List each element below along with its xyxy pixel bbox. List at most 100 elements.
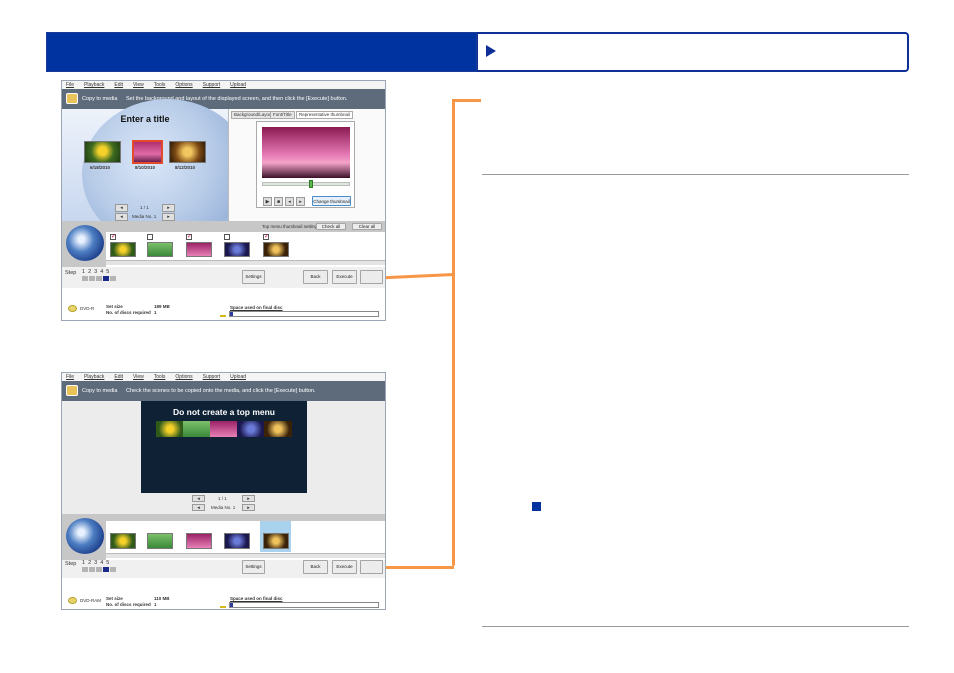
settings-button[interactable]: Settings (242, 270, 265, 284)
menu-item[interactable]: Edit (114, 82, 123, 88)
prev-page-button[interactable]: ◂ (192, 495, 205, 502)
disc-type: DVD-RAM (80, 598, 101, 603)
disc-icon (66, 225, 104, 261)
prev-media-button[interactable]: ◂ (192, 504, 205, 511)
step-indicator (96, 567, 102, 572)
menu-item[interactable]: Options (175, 374, 192, 380)
copy-to-media-window-1: File Playback Edit View Tools Options Support U… (61, 80, 386, 321)
menu-item[interactable]: Edit (114, 374, 123, 380)
menu-item[interactable]: Upload (230, 82, 246, 88)
scene-thumbnail[interactable] (186, 533, 212, 549)
step-indicator-current (103, 567, 109, 572)
scene-thumbnail[interactable] (224, 242, 250, 257)
space-used-label: Space used on final disc (230, 305, 283, 310)
menu-item[interactable]: File (66, 82, 74, 88)
copy-media-icon (66, 385, 78, 396)
frame-slider[interactable] (262, 182, 350, 186)
step-label: Step (65, 561, 77, 567)
scene-checkbox[interactable]: ✓ (186, 234, 192, 240)
scene-thumbnail[interactable] (132, 140, 163, 164)
scene-checkbox[interactable]: ✓ (263, 234, 269, 240)
back-button[interactable]: Back (303, 560, 328, 574)
scene-list: ✓ ✓ ✓ (106, 232, 385, 267)
scene-thumbnail[interactable] (110, 242, 136, 257)
menu-item[interactable]: Support (203, 374, 221, 380)
scene-thumbnail[interactable] (263, 242, 289, 257)
scene-thumbnail[interactable] (186, 242, 212, 257)
scene-checkbox[interactable]: ✓ (110, 234, 116, 240)
menu-item[interactable]: View (133, 374, 144, 380)
scene-thumbnail (264, 421, 292, 437)
space-used-fill (230, 312, 233, 316)
menu-item[interactable]: Playback (84, 82, 104, 88)
execute-button[interactable]: Execute (332, 560, 357, 574)
scene-thumbnail[interactable] (147, 533, 173, 549)
scene-scrollbar[interactable] (106, 260, 385, 265)
stop-button[interactable]: ■ (274, 197, 283, 206)
marker-square-icon (532, 502, 541, 511)
change-thumbnail-button[interactable]: Change thumbnail (312, 196, 351, 206)
next-media-button[interactable]: ▸ (162, 213, 175, 221)
menu-item[interactable]: File (66, 374, 74, 380)
space-used-bar (229, 602, 379, 608)
space-used-bar (229, 311, 379, 317)
divider-top (482, 174, 909, 175)
menu-item[interactable]: Support (203, 82, 221, 88)
clear-all-button[interactable]: Clear all (352, 223, 382, 230)
step-numbers: 12345 (82, 269, 112, 275)
back-button[interactable]: Back (303, 270, 328, 284)
menu-item[interactable]: Tools (154, 82, 166, 88)
close-button[interactable] (360, 560, 383, 574)
slider-handle[interactable] (309, 180, 313, 188)
scene-strip (62, 514, 385, 560)
prev-page-button[interactable]: ◂ (115, 204, 128, 212)
scene-date: 6/18/2010 (90, 165, 111, 170)
set-size-label: Set size (106, 596, 123, 601)
next-page-button[interactable]: ▸ (162, 204, 175, 212)
execute-button[interactable]: Execute (332, 270, 357, 284)
thumbnail-editor: ▶ ■ ◂ ▸ Change thumbnail (256, 121, 355, 208)
menu-item[interactable]: Options (175, 82, 192, 88)
prev-media-button[interactable]: ◂ (115, 213, 128, 221)
scene-thumbnail[interactable] (224, 533, 250, 549)
next-media-button[interactable]: ▸ (242, 504, 255, 511)
set-size-value: 189 MB (154, 304, 170, 309)
discs-required-label: No. of discs required (106, 310, 151, 315)
check-all-button[interactable]: Check all (316, 223, 346, 230)
copy-to-media-window-2: File Playback Edit View Tools Options Support U… (61, 372, 386, 610)
scene-thumbnail (183, 421, 211, 437)
menu-item[interactable]: Playback (84, 374, 104, 380)
set-size-value: 110 MB (154, 596, 170, 601)
section-header-right (477, 32, 909, 72)
preview-area: Do not create a top menu ◂ 1 / 1 ▸ ◂ Med… (62, 401, 385, 514)
scene-thumbnail[interactable] (169, 141, 206, 163)
settings-panel: Background/Layout Font/Title Representat… (228, 109, 385, 221)
play-button[interactable]: ▶ (263, 197, 272, 206)
close-button[interactable] (360, 270, 383, 284)
menu-item[interactable]: Tools (154, 374, 166, 380)
next-page-button[interactable]: ▸ (242, 495, 255, 502)
step-indicator (96, 276, 102, 281)
preview-title: Do not create a top menu (172, 407, 275, 417)
scene-scrollbar[interactable] (106, 553, 385, 558)
next-frame-button[interactable]: ▸ (296, 197, 305, 206)
scene-thumbnail[interactable] (110, 533, 136, 549)
scene-checkbox[interactable] (224, 234, 230, 240)
step-indicator (82, 567, 88, 572)
menu-item[interactable]: View (133, 82, 144, 88)
tab-font-title[interactable]: Font/Title (270, 111, 295, 119)
scene-thumbnail (237, 421, 265, 437)
settings-button[interactable]: Settings (242, 560, 265, 574)
scene-thumbnail[interactable] (263, 533, 289, 549)
prev-frame-button[interactable]: ◂ (285, 197, 294, 206)
menu-item[interactable]: Upload (230, 374, 246, 380)
window-title: Copy to media (82, 388, 118, 394)
scene-checkbox[interactable] (147, 234, 153, 240)
scene-thumbnail[interactable] (84, 141, 121, 163)
scene-thumbnail (156, 421, 184, 437)
scene-thumbnail (210, 421, 238, 437)
tab-representative-thumbnail[interactable]: Representative thumbnail (296, 111, 354, 119)
media-label: Media No. 1 (132, 214, 157, 219)
scene-thumbnail[interactable] (147, 242, 173, 257)
space-used-fill (230, 603, 233, 607)
